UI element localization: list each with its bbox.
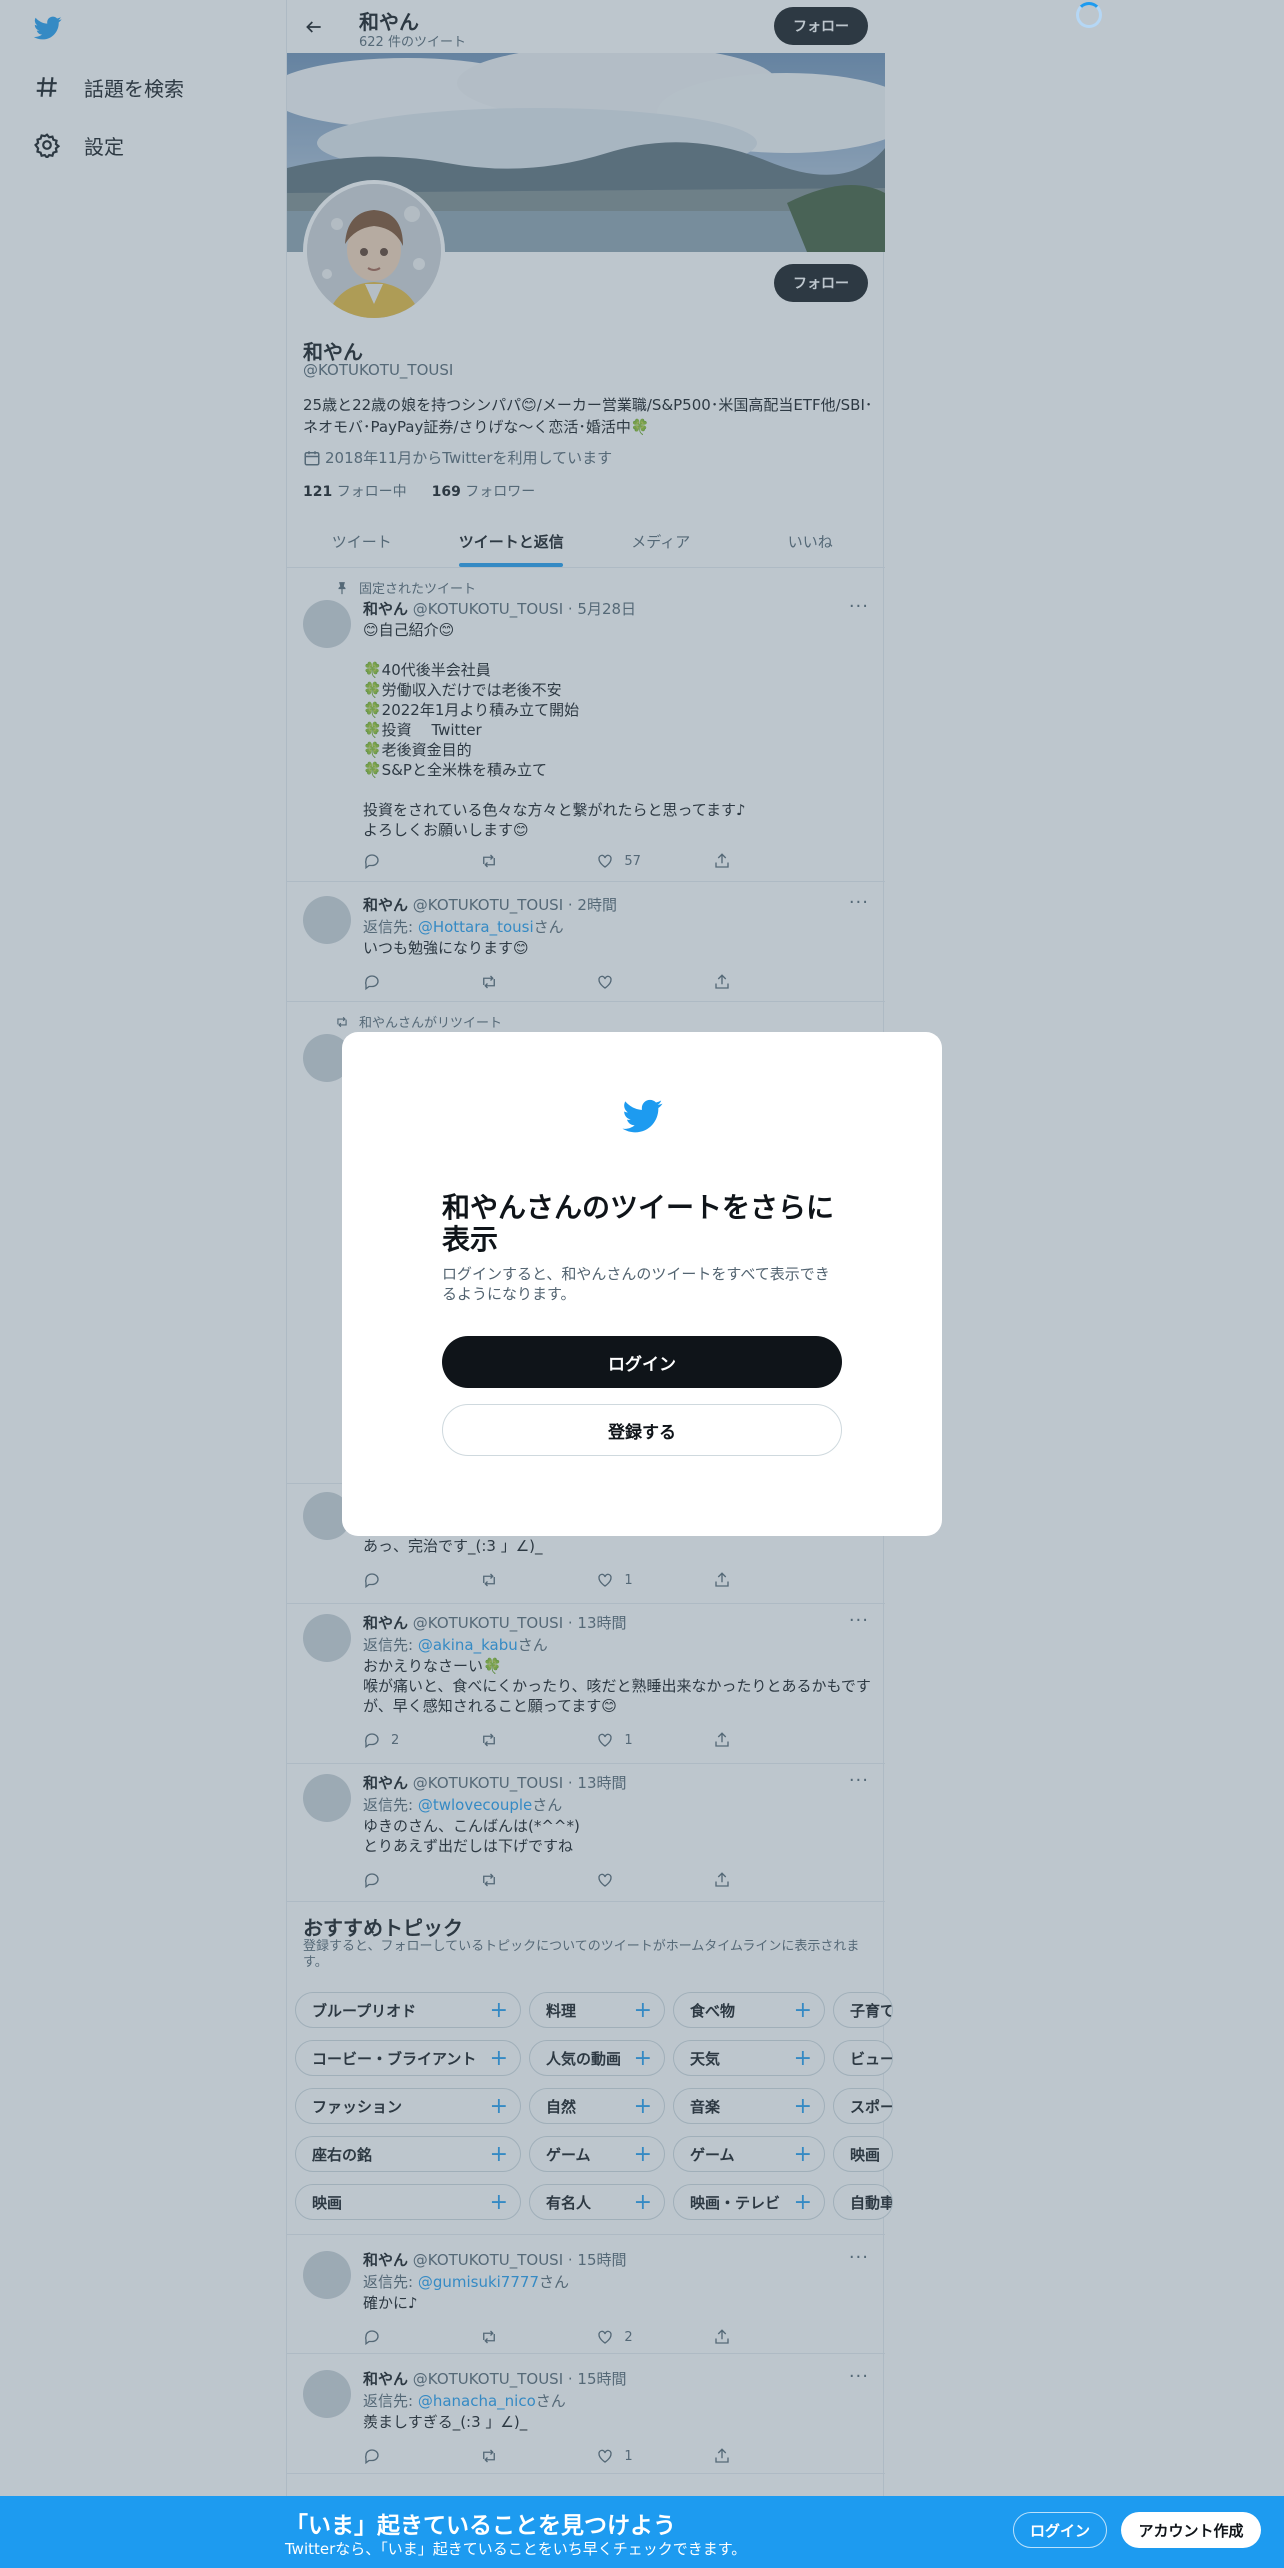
modal-subtitle: ログインすると、和やんさんのツイートをすべて表示できるようになります。 — [442, 1265, 830, 1303]
modal-title: 和やんさんのツイートをさらに表示 — [442, 1191, 835, 1256]
bottom-signup-button[interactable]: アカウント作成 — [1121, 2512, 1261, 2548]
login-prompt-modal: 和やんさんのツイートをさらに表示 ログインすると、和やんさんのツイートをすべて表… — [342, 1032, 942, 1536]
modal-login-button[interactable]: ログイン — [442, 1336, 842, 1388]
bottom-bar-subtitle: Twitterなら、「いま」起きていることをいち早くチェックできます。 — [285, 2540, 747, 2558]
bottom-login-button[interactable]: ログイン — [1013, 2512, 1107, 2548]
twitter-logo-icon — [620, 1096, 666, 1136]
bottom-signup-bar: 「いま」起きていることを見つけよう Twitterなら、「いま」起きていることを… — [0, 2496, 1284, 2568]
modal-signup-button[interactable]: 登録する — [442, 1404, 842, 1456]
bottom-bar-title: 「いま」起きていることを見つけよう — [285, 2513, 676, 2539]
loading-spinner-icon — [1076, 2, 1102, 28]
